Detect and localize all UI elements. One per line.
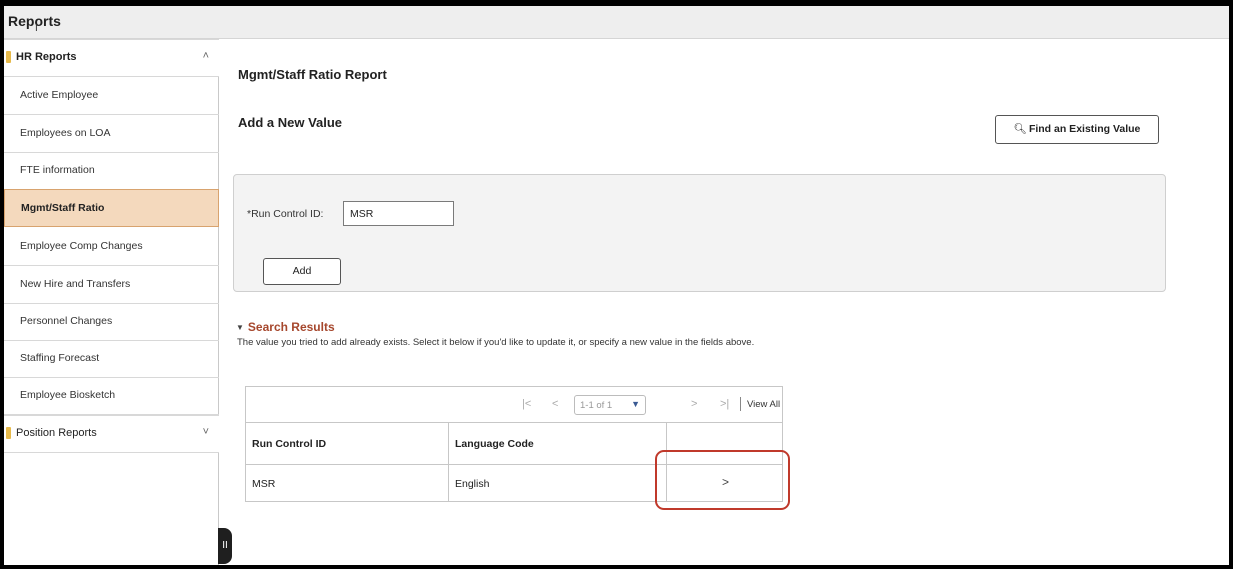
column-header-label: Run Control ID [252, 438, 327, 450]
sidebar-item-label: Staffing Forecast [20, 352, 100, 364]
sidebar-group-label: HR Reports [16, 51, 77, 63]
run-control-id-input[interactable]: MSR [343, 201, 454, 226]
sidebar-item-active-employee[interactable]: Active Employee [4, 77, 219, 115]
first-page-icon[interactable]: |< [522, 398, 531, 410]
grid-pager: |< < 1-1 of 1 ▼ > >| View All [246, 387, 782, 423]
add-button[interactable]: Add [263, 258, 341, 285]
main-content: Mgmt/Staff Ratio Report Add a New Value … [220, 40, 1229, 565]
pager-divider [740, 397, 741, 411]
chevron-up-icon: ˄ [202, 50, 209, 62]
triangle-down-icon: ▼ [236, 323, 244, 332]
find-existing-value-button[interactable]: 🔍︎ Find an Existing Value [995, 115, 1159, 144]
folder-icon [6, 51, 11, 63]
sidebar-item-label: Active Employee [20, 89, 99, 101]
sidebar-item-label: Employee Comp Changes [20, 240, 143, 252]
sidebar-group-position-reports[interactable]: Position Reports ˅ [4, 415, 219, 453]
sidebar-item-personnel-changes[interactable]: Personnel Changes [4, 303, 219, 341]
text-cursor-icon: I [35, 23, 38, 34]
chevron-down-icon: ˅ [202, 426, 209, 438]
sidebar-item-employees-on-loa[interactable]: Employees on LOA [4, 115, 219, 153]
sidebar-item-employee-biosketch[interactable]: Employee Biosketch [4, 377, 219, 415]
sidebar-item-label: Personnel Changes [20, 315, 113, 327]
search-results-message: The value you tried to add already exist… [237, 337, 755, 348]
sidebar-item-label: Employee Biosketch [20, 389, 116, 401]
search-icon: 🔍︎ [1013, 123, 1027, 135]
search-results-toggle[interactable]: ▼ Search Results [236, 320, 335, 334]
sidebar-group-hr-reports[interactable]: HR Reports ˄ [4, 39, 219, 77]
sidebar-group-label: Position Reports [16, 427, 97, 439]
cell-value: MSR [252, 478, 276, 490]
sidebar-item-label: FTE information [20, 164, 95, 176]
cell-language-code[interactable]: English [449, 465, 667, 502]
sidebar-item-label: Mgmt/Staff Ratio [21, 202, 105, 214]
sidebar-item-employee-comp-changes[interactable]: Employee Comp Changes [4, 228, 219, 266]
search-results-heading: Search Results [247, 320, 335, 334]
column-header-language-code[interactable]: Language Code [449, 423, 667, 465]
next-page-icon[interactable]: > [691, 398, 697, 410]
page-range-value: 1-1 of 1 [580, 400, 613, 411]
last-page-icon[interactable]: >| [720, 398, 729, 410]
sidebar-item-fte-information[interactable]: FTE information [4, 152, 219, 190]
sidebar-item-mgmt-staff-ratio[interactable]: Mgmt/Staff Ratio [4, 189, 219, 227]
sidebar-item-new-hire-and-transfers[interactable]: New Hire and Transfers [4, 266, 219, 304]
column-header-run-control-id[interactable]: Run Control ID [246, 423, 449, 465]
run-control-label: *Run Control ID: [247, 208, 324, 220]
previous-page-icon[interactable]: < [552, 398, 558, 410]
header-bar: Reports I [4, 6, 1229, 39]
sidebar-item-label: New Hire and Transfers [20, 278, 131, 290]
sidebar-item-staffing-forecast[interactable]: Staffing Forecast [4, 340, 219, 378]
sidebar-item-label: Employees on LOA [20, 127, 111, 139]
cell-value: English [455, 478, 490, 490]
page-range-select[interactable]: 1-1 of 1 ▼ [574, 395, 646, 415]
add-value-panel: *Run Control ID: MSR Add [233, 174, 1166, 292]
section-title: Add a New Value [238, 115, 343, 130]
find-button-label: Find an Existing Value [1028, 123, 1141, 135]
cell-run-control-id[interactable]: MSR [246, 465, 449, 502]
annotation-highlight-box [655, 450, 790, 510]
view-all-link[interactable]: View All [747, 399, 780, 410]
page-title: Mgmt/Staff Ratio Report [238, 67, 387, 82]
sidebar: HR Reports ˄ Active Employee Employees o… [4, 39, 219, 565]
folder-icon [6, 427, 11, 439]
chevron-down-icon: ▼ [631, 399, 640, 409]
column-header-label: Language Code [455, 438, 534, 450]
